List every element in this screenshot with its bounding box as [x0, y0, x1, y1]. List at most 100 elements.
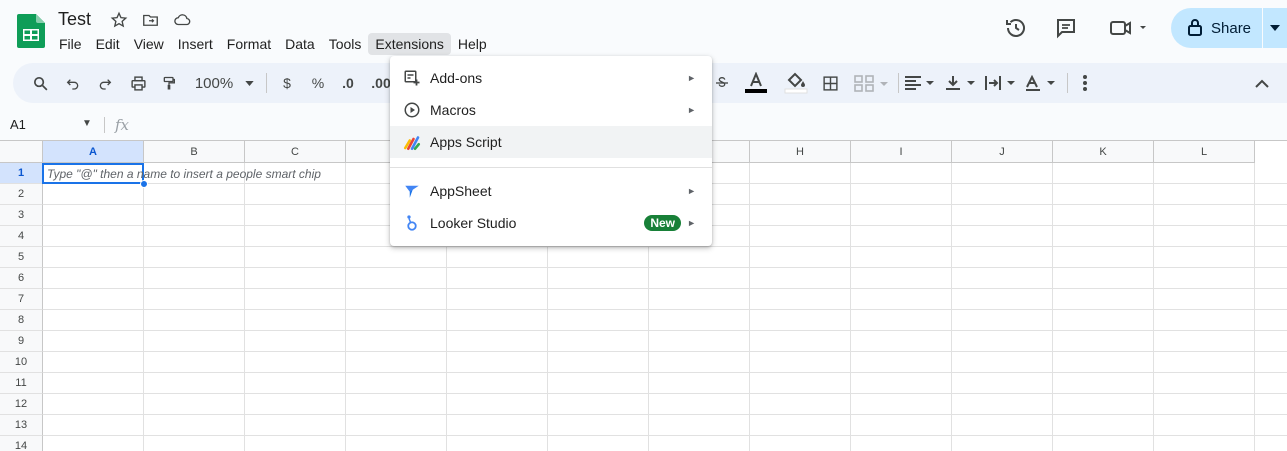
text-wrapping-icon[interactable] [983, 63, 1019, 103]
column-gridline [951, 163, 952, 451]
star-icon[interactable] [109, 10, 129, 30]
redo-icon[interactable] [92, 63, 118, 103]
collapse-toolbar-icon[interactable] [1249, 63, 1275, 103]
fill-handle[interactable] [140, 180, 148, 188]
currency-format-button[interactable]: $ [275, 63, 299, 103]
menu-insert[interactable]: Insert [171, 33, 220, 55]
share-label: Share [1211, 19, 1252, 37]
row-header-7[interactable]: 7 [0, 289, 43, 310]
row-gridline [43, 435, 1287, 436]
row-header-4[interactable]: 4 [0, 226, 43, 247]
select-all-corner[interactable] [0, 141, 43, 163]
toolbar-divider [898, 73, 899, 93]
menu-item-addons[interactable]: Add-ons ► [390, 62, 712, 94]
menu-item-appsheet[interactable]: AppSheet ► [390, 175, 712, 207]
column-gridline [345, 163, 346, 451]
sheets-logo-icon[interactable] [17, 14, 45, 48]
row-gridline [43, 267, 1287, 268]
vertical-align-icon[interactable] [943, 63, 979, 103]
zoom-caret-icon[interactable] [242, 63, 256, 103]
row-header-10[interactable]: 10 [0, 352, 43, 373]
version-history-icon[interactable] [1002, 14, 1030, 42]
formula-bar-divider [104, 117, 105, 133]
menu-format[interactable]: Format [220, 33, 278, 55]
row-header-12[interactable]: 12 [0, 394, 43, 415]
row-gridline [43, 330, 1287, 331]
row-header-8[interactable]: 8 [0, 310, 43, 331]
submenu-arrow-icon: ► [687, 105, 696, 115]
undo-icon[interactable] [60, 63, 86, 103]
meet-icon[interactable] [1106, 14, 1152, 42]
menu-tools[interactable]: Tools [322, 33, 369, 55]
column-gridline [749, 163, 750, 451]
more-options-icon[interactable] [1075, 63, 1095, 103]
strikethrough-icon[interactable] [710, 63, 734, 103]
menu-file[interactable]: File [52, 33, 89, 55]
row-header-5[interactable]: 5 [0, 247, 43, 268]
column-header-h[interactable]: H [750, 141, 851, 163]
column-header-c[interactable]: C [245, 141, 346, 163]
new-badge: New [644, 215, 681, 231]
menu-extensions[interactable]: Extensions [368, 33, 451, 55]
fill-color-icon[interactable] [783, 63, 809, 103]
column-header-a[interactable]: A [43, 141, 144, 163]
row-header-1[interactable]: 1 [0, 163, 43, 184]
appsheet-icon [402, 181, 422, 201]
decrease-decimal-label: .0 [342, 75, 354, 91]
text-color-icon[interactable] [743, 63, 769, 103]
row-gridline [43, 372, 1287, 373]
column-header-k[interactable]: K [1053, 141, 1154, 163]
percent-label: % [311, 75, 325, 91]
column-header-i[interactable]: I [851, 141, 952, 163]
menu-divider [390, 167, 712, 168]
text-rotation-icon[interactable] [1023, 63, 1059, 103]
row-header-11[interactable]: 11 [0, 373, 43, 394]
name-box-caret-icon[interactable]: ▼ [82, 118, 92, 129]
zoom-select[interactable]: 100% [191, 63, 237, 103]
merge-cells-icon[interactable] [851, 63, 891, 103]
menu-item-label: AppSheet [430, 183, 492, 199]
menu-help[interactable]: Help [451, 33, 494, 55]
sheets-app: Test File Edit View Insert Format Data T… [0, 0, 1287, 451]
row-header-13[interactable]: 13 [0, 415, 43, 436]
zoom-value: 100% [194, 74, 234, 92]
search-menus-icon[interactable] [27, 63, 53, 103]
row-header-14[interactable]: 14 [0, 436, 43, 451]
menu-item-label: Macros [430, 102, 476, 118]
toolbar-divider [266, 73, 267, 93]
menu-item-label: Apps Script [430, 134, 502, 150]
percent-format-button[interactable]: % [306, 63, 330, 103]
row-header-9[interactable]: 9 [0, 331, 43, 352]
column-header-b[interactable]: B [144, 141, 245, 163]
document-title[interactable]: Test [58, 9, 91, 30]
row-gridline [43, 393, 1287, 394]
move-folder-icon[interactable] [140, 10, 160, 30]
smart-chip-hint: Type "@" then a name to insert a people … [47, 167, 321, 181]
menu-data[interactable]: Data [278, 33, 322, 55]
addons-icon [402, 68, 422, 88]
horizontal-align-icon[interactable] [902, 63, 938, 103]
row-header-6[interactable]: 6 [0, 268, 43, 289]
paint-format-icon[interactable] [156, 63, 182, 103]
menu-item-apps-script[interactable]: Apps Script [390, 126, 712, 158]
borders-icon[interactable] [817, 63, 843, 103]
menu-edit[interactable]: Edit [89, 33, 127, 55]
menu-item-macros[interactable]: Macros ► [390, 94, 712, 126]
row-header-2[interactable]: 2 [0, 184, 43, 205]
column-header-l[interactable]: L [1154, 141, 1255, 163]
column-header-j[interactable]: J [952, 141, 1053, 163]
share-dropdown-button[interactable] [1262, 8, 1287, 48]
apps-script-icon [402, 132, 422, 152]
menu-item-looker-studio[interactable]: Looker Studio New ► [390, 207, 712, 239]
cloud-saved-icon[interactable] [172, 10, 192, 30]
comments-icon[interactable] [1052, 14, 1080, 42]
fx-icon: fx [115, 116, 130, 134]
print-icon[interactable] [125, 63, 151, 103]
menu-view[interactable]: View [127, 33, 171, 55]
decrease-decimal-button[interactable]: .0 [336, 63, 360, 103]
column-gridline [244, 163, 245, 451]
column-gridline [1153, 163, 1154, 451]
toolbar-divider [1067, 73, 1068, 93]
macros-icon [402, 100, 422, 120]
row-header-3[interactable]: 3 [0, 205, 43, 226]
